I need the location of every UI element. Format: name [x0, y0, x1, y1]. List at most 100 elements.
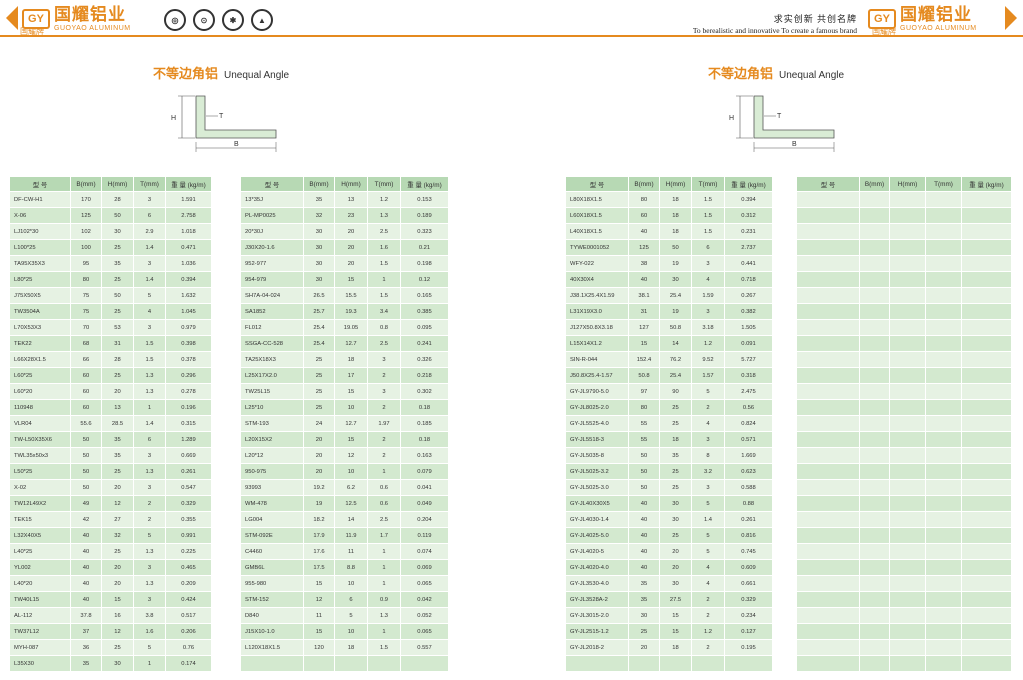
cell-b: 35 [303, 191, 335, 208]
cell-h: 27.5 [659, 591, 692, 608]
cell-h: 10 [334, 575, 368, 592]
table-row: L20X15X2 20 15 2 0.18 [240, 431, 449, 448]
cell-t: 1.2 [691, 335, 725, 352]
cell-t: 1.3 [133, 367, 166, 384]
cell-h: 12.7 [334, 415, 368, 432]
table-row [565, 655, 773, 672]
cell-h: 30 [101, 655, 134, 672]
cell-weight [961, 447, 1012, 464]
cell-weight: 1.036 [165, 255, 212, 272]
cell-t [925, 271, 962, 288]
table-row [796, 527, 1012, 544]
cell-model: J50.8X25.4-1.57 [565, 367, 629, 384]
cell-model: TW12L49X2 [9, 495, 71, 512]
cell-weight: 1.505 [724, 319, 773, 336]
cell-b: 50 [628, 479, 660, 496]
dimension-t-label: T [219, 113, 224, 120]
cell-h: 14 [334, 511, 368, 528]
cell-t: 3 [691, 479, 725, 496]
cell-weight: 0.547 [165, 479, 212, 496]
cell-model: L40X18X1.5 [565, 223, 629, 240]
cell-b: 11 [303, 607, 335, 624]
cell-h: 30 [659, 511, 692, 528]
cell-t: 3.18 [691, 319, 725, 336]
cell-model: 110948 [9, 399, 71, 416]
cell-model: J15X10-1.0 [240, 623, 304, 640]
cell-h: 25 [659, 399, 692, 416]
cell-b: 40 [70, 527, 102, 544]
cell-model: L25X17X2.0 [240, 367, 304, 384]
table-row [796, 511, 1012, 528]
cell-t [925, 527, 962, 544]
table-row: L60*25 60 25 1.3 0.296 [9, 367, 212, 384]
cell-t: 1.2 [691, 623, 725, 640]
table-row [240, 655, 449, 672]
cell-model: SIN-R-044 [565, 351, 629, 368]
cell-h: 20 [334, 223, 368, 240]
cell-h: 35 [101, 255, 134, 272]
spec-table-4: 型 号 B(mm) H(mm) T(mm) 重 量 (kg/m) [796, 176, 1012, 672]
table-row: GY-JL5025-3.2 50 25 3.2 0.623 [565, 463, 773, 480]
cell-model: GMB6L [240, 559, 304, 576]
table-row: J30X20-1.6 30 20 1.6 0.21 [240, 239, 449, 256]
cell-weight [961, 511, 1012, 528]
cell-weight: 0.278 [165, 383, 212, 400]
cell-model [796, 511, 860, 528]
cell-weight [724, 655, 773, 672]
cell-weight: 0.049 [400, 495, 449, 512]
cell-model: 20*30J [240, 223, 304, 240]
cell-h: 28.5 [101, 415, 134, 432]
cell-model: L35X30 [9, 655, 71, 672]
cell-b: 25 [303, 367, 335, 384]
cell-h: 18 [659, 207, 692, 224]
cell-weight: 0.329 [165, 495, 212, 512]
table-row: 952-977 30 20 1.5 0.198 [240, 255, 449, 272]
cell-t: 1 [133, 399, 166, 416]
cell-h: 15.5 [334, 287, 368, 304]
cell-t [691, 655, 725, 672]
cell-b: 40 [628, 511, 660, 528]
cell-model [796, 271, 860, 288]
cell-h: 18 [659, 431, 692, 448]
cell-model [796, 575, 860, 592]
cell-b: 18.2 [303, 511, 335, 528]
cell-model [796, 527, 860, 544]
cell-b: 125 [70, 207, 102, 224]
cell-h [889, 399, 926, 416]
cell-b [859, 335, 890, 352]
cell-h: 10 [334, 463, 368, 480]
cell-weight: 0.091 [724, 335, 773, 352]
cell-weight: 0.355 [165, 511, 212, 528]
cell-b [859, 319, 890, 336]
cell-t [925, 655, 962, 672]
cell-b: 19.2 [303, 479, 335, 496]
column-header-t: T(mm) [691, 176, 725, 192]
cell-model: GY-JL9790-5.0 [565, 383, 629, 400]
chevron-left-icon [6, 6, 18, 30]
table-row [796, 495, 1012, 512]
cell-weight [961, 319, 1012, 336]
cell-weight: 0.88 [724, 495, 773, 512]
cell-model: VLR04 [9, 415, 71, 432]
cell-t: 1.4 [133, 415, 166, 432]
cell-model [796, 559, 860, 576]
cell-weight: 0.424 [165, 591, 212, 608]
cell-t: 1.5 [691, 223, 725, 240]
cell-h [889, 255, 926, 272]
cell-weight: 0.065 [400, 575, 449, 592]
cell-b: 25.7 [303, 303, 335, 320]
cell-weight: 0.209 [165, 575, 212, 592]
table-row: STM-092E 17.9 11.9 1.7 0.119 [240, 527, 449, 544]
table-row: TW37L12 37 12 1.6 0.206 [9, 623, 212, 640]
cell-model: L20*12 [240, 447, 304, 464]
cell-h [889, 271, 926, 288]
cell-b [859, 527, 890, 544]
cell-h: 15 [101, 591, 134, 608]
cell-b: 55 [628, 431, 660, 448]
cell-h [889, 383, 926, 400]
cell-t: 1.2 [367, 191, 401, 208]
table-row: DF-CW-H1 170 28 3 1.591 [9, 191, 212, 208]
cell-t: 8 [691, 447, 725, 464]
cell-b [859, 207, 890, 224]
cell-t: 1.3 [367, 207, 401, 224]
